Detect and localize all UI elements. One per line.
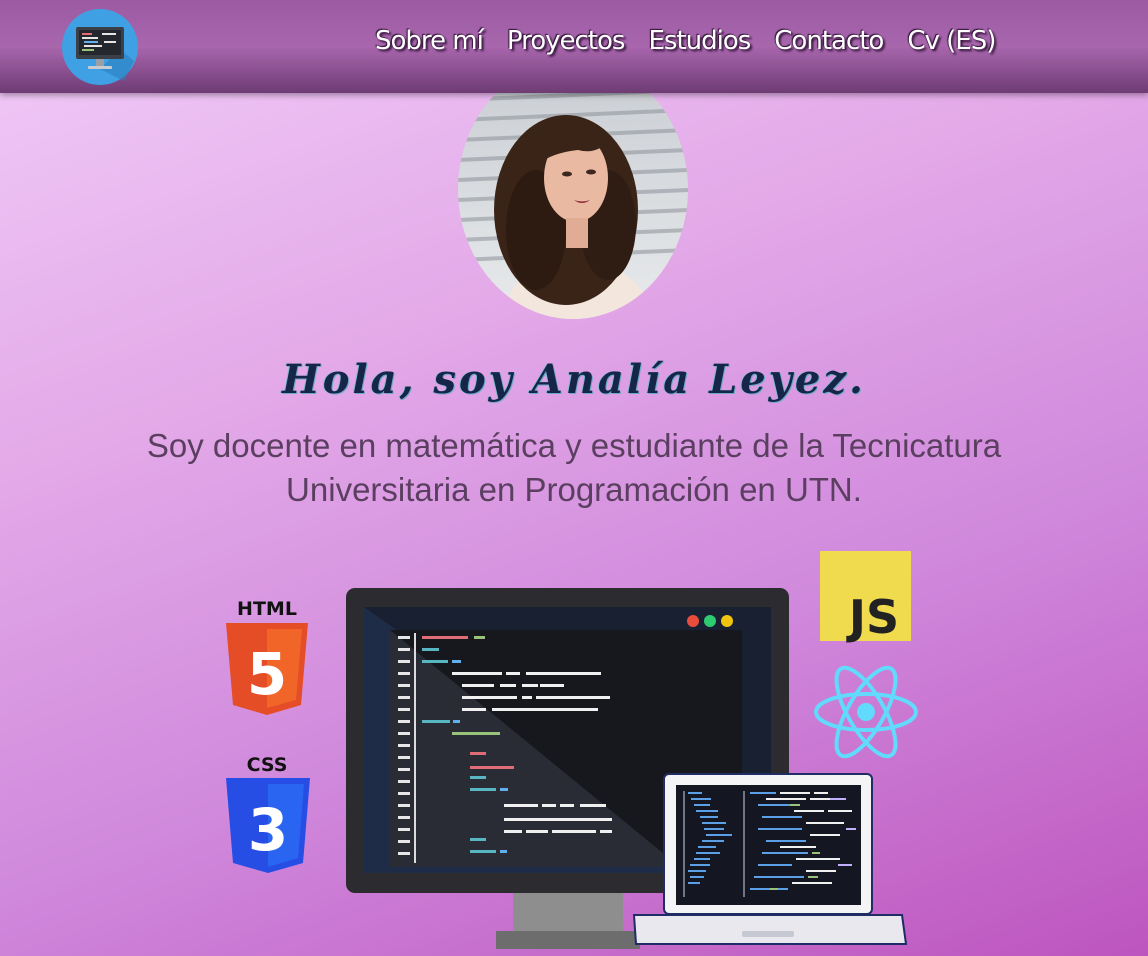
desktop-computer-code-icon[interactable]	[62, 9, 138, 85]
profile-photo	[458, 60, 688, 319]
nav-link-estudios[interactable]: Estudios	[648, 26, 751, 56]
nav-link-sobre-mi[interactable]: Sobre mí	[375, 26, 484, 56]
nav-link-proyectos[interactable]: Proyectos	[507, 26, 626, 56]
html5-number: 5	[247, 640, 287, 708]
javascript-icon: JS	[820, 551, 911, 644]
navbar: Sobre mí Proyectos Estudios Contacto Cv …	[0, 0, 1148, 93]
react-atom-icon	[814, 665, 918, 759]
html5-icon: HTML 5	[226, 598, 308, 715]
nav-link-contacto[interactable]: Contacto	[774, 26, 884, 56]
hero-subtitle: Soy docente en matemática y estudiante d…	[146, 427, 1002, 508]
main-nav: Sobre mí Proyectos Estudios Contacto Cv …	[375, 26, 996, 56]
js-label: JS	[846, 590, 899, 644]
laptop	[632, 773, 908, 945]
developer-workspace-illustration: HTML 5 CSS 3 JS	[226, 551, 918, 949]
nav-link-cv[interactable]: Cv (ES)	[907, 26, 996, 56]
css3-icon: CSS 3	[226, 754, 310, 873]
css3-number: 3	[248, 796, 288, 864]
html-label: HTML	[237, 598, 297, 620]
css-label: CSS	[247, 754, 288, 776]
hero-title: Hola, soy Analía Leyez.	[282, 356, 866, 403]
